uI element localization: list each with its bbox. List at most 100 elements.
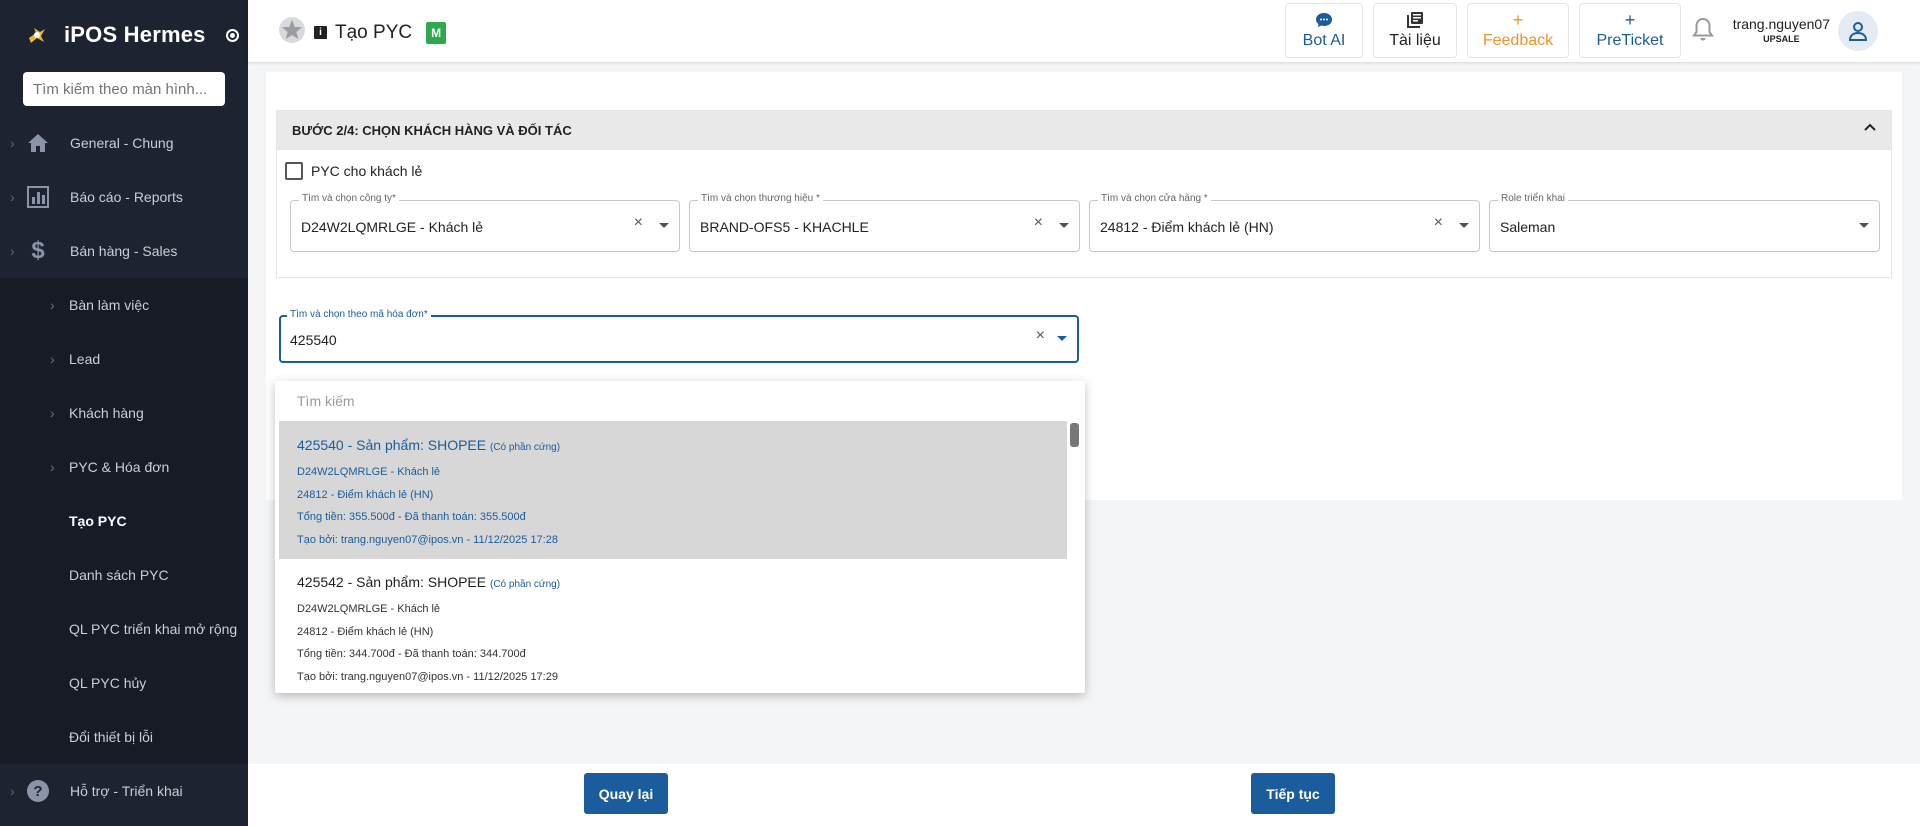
docs-button[interactable]: Tài liệu: [1373, 3, 1457, 58]
module-badge: M: [426, 21, 447, 44]
sidebar-subitem-workspace[interactable]: › Bàn làm việc: [0, 278, 248, 332]
preticket-button[interactable]: + PreTicket: [1579, 3, 1681, 58]
sidebar-search-input[interactable]: [23, 72, 225, 106]
sidebar-subitem-pyc-invoices[interactable]: › PYC & Hóa đơn: [0, 440, 248, 494]
option-store: 24812 - Điểm khách lẻ (HN): [297, 626, 434, 638]
caret-down-icon[interactable]: [1059, 223, 1069, 228]
dropdown-option[interactable]: 425542 - Sản phẩm: SHOPEE (Có phần cứng)…: [279, 558, 1067, 693]
clear-icon[interactable]: ×: [1434, 214, 1443, 232]
footer-bar: Quay lại Tiếp tục: [248, 764, 1920, 826]
invoice-select[interactable]: Tìm và chọn theo mã hóa đơn* 425540 ×: [279, 309, 1079, 363]
clear-icon[interactable]: ×: [1036, 327, 1045, 345]
company-select[interactable]: Tìm và chọn công ty* D24W2LQMRLGE - Khác…: [290, 193, 680, 252]
help-icon: ?: [26, 779, 50, 803]
invoice-label: Tìm và chọn theo mã hóa đơn*: [287, 309, 431, 320]
role-value: Saleman: [1500, 219, 1556, 235]
dropdown-option[interactable]: 425540 - Sản phẩm: SHOPEE (Có phần cứng)…: [279, 421, 1067, 559]
brand-value: BRAND-OFS5 - KHACHLE: [700, 219, 869, 235]
sidebar-subitem-customers[interactable]: › Khách hàng: [0, 386, 248, 440]
sidebar-subitem-pyc-list[interactable]: Danh sách PYC: [0, 548, 248, 602]
brand-select[interactable]: Tìm và chọn thương hiệu * BRAND-OFS5 - K…: [689, 193, 1080, 252]
option-company: D24W2LQMRLGE - Khách lẻ: [297, 466, 441, 478]
plus-icon: +: [1624, 10, 1636, 30]
caret-down-icon[interactable]: [1057, 336, 1067, 341]
option-created: Tạo bởi: trang.nguyen07@ipos.vn - 11/12/…: [297, 671, 558, 683]
invoice-dropdown: Tìm kiếm 425540 - Sản phẩm: SHOPEE (Có p…: [275, 381, 1085, 693]
dropdown-search-input[interactable]: Tìm kiếm: [297, 393, 355, 409]
dropdown-scrollbar[interactable]: [1070, 423, 1079, 691]
store-value: 24812 - Điểm khách lẻ (HN): [1100, 219, 1274, 235]
chevron-right-icon: ›: [10, 135, 15, 151]
sidebar-subitem-lead[interactable]: › Lead: [0, 332, 248, 386]
sidebar-item-sales[interactable]: › $ Bán hàng - Sales: [0, 224, 248, 278]
walkin-label: PYC cho khách lẻ: [311, 163, 423, 179]
page-title: Tạo PYC: [335, 21, 413, 43]
sidebar-subitem-create-pyc[interactable]: Tạo PYC: [0, 494, 248, 548]
option-title: 425540 - Sản phẩm: SHOPEE (Có phần cứng): [297, 437, 561, 453]
brand-name: iPOS Hermes: [64, 22, 206, 47]
brand[interactable]: iPOS Hermes: [0, 0, 248, 70]
sidebar-subitem-pyc-cancel[interactable]: QL PYC hủy: [0, 656, 248, 710]
feedback-button[interactable]: + Feedback: [1467, 3, 1569, 58]
scrollbar-thumb[interactable]: [1070, 423, 1079, 447]
sidebar-subitem-label: PYC & Hóa đơn: [69, 459, 170, 475]
preticket-label: PreTicket: [1596, 32, 1664, 49]
user-name: trang.nguyen07: [1732, 16, 1830, 32]
sidebar-item-label: Hỗ trợ - Triển khai: [70, 783, 183, 799]
topbar: i Tạo PYC M Bot AI Tài liệu + Feedback +…: [248, 0, 1920, 62]
breadcrumb: i Tạo PYC M: [278, 16, 447, 49]
user-info[interactable]: trang.nguyen07 UPSALE: [1733, 16, 1830, 44]
clear-icon[interactable]: ×: [634, 214, 643, 232]
sidebar-item-support[interactable]: › ? Hỗ trợ - Triển khai: [0, 764, 248, 818]
sidebar: iPOS Hermes › General - Chung › Báo cáo …: [0, 0, 248, 826]
svg-text:?: ?: [33, 783, 42, 800]
chevron-right-icon: ›: [10, 243, 15, 259]
home-icon: [26, 131, 50, 155]
walkin-checkbox[interactable]: [285, 162, 303, 180]
back-button[interactable]: Quay lại: [584, 773, 668, 814]
company-value: D24W2LQMRLGE - Khách lẻ: [301, 219, 484, 235]
option-tag: (Có phần cứng): [490, 579, 561, 590]
info-icon: i: [314, 26, 327, 39]
role-label: Role triển khai: [1498, 193, 1568, 204]
bell-icon[interactable]: [1691, 17, 1715, 48]
chevron-up-icon[interactable]: [1862, 119, 1878, 138]
sidebar-subitem-device-swap[interactable]: Đổi thiết bị lỗi: [0, 710, 248, 764]
brand-label: Tìm và chọn thương hiệu *: [698, 193, 823, 204]
avatar[interactable]: [1838, 11, 1878, 51]
next-button[interactable]: Tiếp tục: [1251, 773, 1335, 814]
clear-icon[interactable]: ×: [1034, 214, 1043, 232]
bot-ai-label: Bot AI: [1302, 32, 1346, 49]
sidebar-subitem-label: Lead: [69, 351, 101, 367]
chevron-right-icon: ›: [10, 783, 15, 799]
role-select[interactable]: Role triển khai Saleman: [1489, 193, 1880, 252]
caret-down-icon[interactable]: [1459, 223, 1469, 228]
dollar-icon: $: [31, 237, 45, 264]
person-icon: [1848, 22, 1868, 41]
sidebar-item-label: General - Chung: [70, 135, 174, 151]
sidebar-subitem-pyc-expansion[interactable]: QL PYC triển khai mở rộng: [0, 602, 248, 656]
caret-down-icon[interactable]: [1859, 223, 1869, 228]
radio-dot-icon: [225, 28, 239, 42]
library-books-icon: [1406, 11, 1424, 29]
sidebar-item-reports[interactable]: › Báo cáo - Reports: [0, 170, 248, 224]
star-icon[interactable]: [278, 16, 306, 49]
chevron-right-icon: ›: [50, 297, 55, 313]
walkin-checkbox-row[interactable]: PYC cho khách lẻ: [285, 162, 422, 180]
store-label: Tìm và chọn cửa hàng *: [1098, 193, 1211, 204]
caret-down-icon[interactable]: [659, 223, 669, 228]
step-header[interactable]: BƯỚC 2/4: CHỌN KHÁCH HÀNG VÀ ĐỐI TÁC: [276, 110, 1892, 150]
invoice-value: 425540: [290, 332, 337, 348]
docs-label: Tài liệu: [1389, 32, 1441, 49]
option-amount: Tổng tiền: 355.500đ - Đã thanh toán: 355…: [297, 511, 526, 523]
sidebar-item-label: Bán hàng - Sales: [70, 243, 178, 259]
sales-submenu: › Bàn làm việc › Lead › Khách hàng › PYC…: [0, 278, 248, 764]
sidebar-subitem-label: Danh sách PYC: [69, 567, 169, 583]
option-amount: Tổng tiền: 344.700đ - Đã thanh toán: 344…: [297, 648, 526, 660]
sidebar-item-general[interactable]: › General - Chung: [0, 116, 248, 170]
sidebar-subitem-label: QL PYC hủy: [69, 675, 147, 691]
feedback-label: Feedback: [1482, 32, 1554, 49]
sidebar-subitem-label: QL PYC triển khai mở rộng: [69, 621, 238, 637]
bot-ai-button[interactable]: Bot AI: [1285, 3, 1363, 58]
store-select[interactable]: Tìm và chọn cửa hàng * 24812 - Điểm khác…: [1089, 193, 1480, 252]
